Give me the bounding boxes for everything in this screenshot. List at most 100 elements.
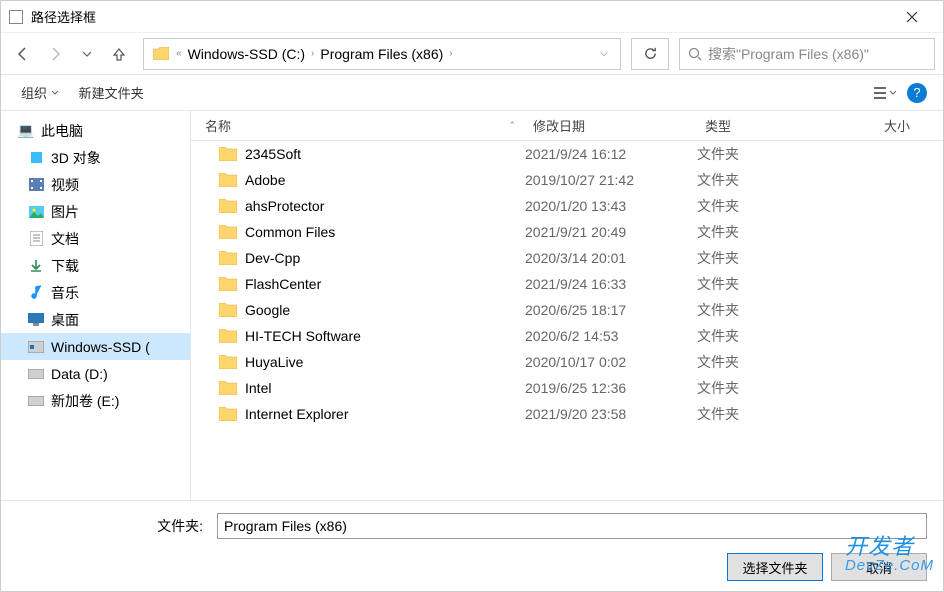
file-name: Dev-Cpp (245, 250, 300, 266)
recent-dropdown[interactable] (73, 40, 101, 68)
chevron-right-icon[interactable]: › (309, 48, 316, 59)
file-type: 文件夹 (697, 378, 849, 398)
folder-icon (219, 381, 237, 395)
breadcrumb-item[interactable]: Windows-SSD (C:) (184, 46, 309, 62)
table-row[interactable]: HI-TECH Software2020/6/2 14:53文件夹 (191, 323, 943, 349)
sidebar-item-drive-e[interactable]: 新加卷 (E:) (1, 387, 190, 414)
table-row[interactable]: Dev-Cpp 2020/3/14 20:01文件夹 (191, 245, 943, 271)
search-placeholder: 搜索"Program Files (x86)" (708, 44, 869, 64)
table-row[interactable]: Internet Explorer 2021/9/20 23:58文件夹 (191, 401, 943, 427)
file-rows[interactable]: 2345Soft2021/9/24 16:12文件夹Adobe2019/10/2… (191, 141, 943, 500)
file-type: 文件夹 (697, 170, 849, 190)
refresh-button[interactable] (631, 38, 669, 70)
help-button[interactable]: ? (903, 81, 931, 105)
file-type: 文件夹 (697, 248, 849, 268)
table-row[interactable]: Intel2019/6/25 12:36文件夹 (191, 375, 943, 401)
file-list: 名称⌃ 修改日期 类型 大小 2345Soft2021/9/24 16:12文件… (191, 111, 943, 500)
organize-button[interactable]: 组织 (13, 79, 67, 106)
up-button[interactable] (105, 40, 133, 68)
sidebar-item-downloads[interactable]: 下载 (1, 252, 190, 279)
downloads-icon (27, 258, 45, 274)
sidebar-this-pc[interactable]: 💻此电脑 (1, 117, 190, 144)
chevron-right-icon[interactable]: › (447, 48, 454, 59)
sidebar: 💻此电脑 3D 对象 视频 图片 文档 下载 音乐 桌面 Windows-SSD… (1, 111, 191, 500)
column-name[interactable]: 名称⌃ (191, 111, 525, 140)
folder-input[interactable] (217, 513, 927, 539)
table-row[interactable]: Google2020/6/25 18:17文件夹 (191, 297, 943, 323)
table-row[interactable]: FlashCenter2021/9/24 16:33文件夹 (191, 271, 943, 297)
table-row[interactable]: HuyaLive2020/10/17 0:02文件夹 (191, 349, 943, 375)
file-type: 文件夹 (697, 144, 849, 164)
sidebar-item-music[interactable]: 音乐 (1, 279, 190, 306)
file-date: 2021/9/24 16:12 (525, 146, 697, 162)
column-headers: 名称⌃ 修改日期 类型 大小 (191, 111, 943, 141)
sidebar-item-desktop[interactable]: 桌面 (1, 306, 190, 333)
back-button[interactable] (9, 40, 37, 68)
column-date[interactable]: 修改日期 (525, 111, 697, 140)
file-date: 2019/10/27 21:42 (525, 172, 697, 188)
forward-button[interactable] (41, 40, 69, 68)
folder-icon (219, 251, 237, 265)
drive-icon (27, 366, 45, 382)
folder-icon (152, 45, 170, 63)
select-folder-button[interactable]: 选择文件夹 (727, 553, 823, 581)
table-row[interactable]: ahsProtector 2020/1/20 13:43文件夹 (191, 193, 943, 219)
folder-icon (219, 199, 237, 213)
search-icon (688, 47, 702, 61)
file-type: 文件夹 (697, 274, 849, 294)
cancel-button[interactable]: 取消 (831, 553, 927, 581)
bottom-panel: 文件夹: 选择文件夹 取消 (1, 500, 943, 591)
drive-icon (27, 339, 45, 355)
desktop-icon (27, 312, 45, 328)
folder-icon (219, 225, 237, 239)
sidebar-item-documents[interactable]: 文档 (1, 225, 190, 252)
search-input[interactable]: 搜索"Program Files (x86)" (679, 38, 935, 70)
file-name: Internet Explorer (245, 406, 349, 422)
file-date: 2020/3/14 20:01 (525, 250, 697, 266)
file-name: FlashCenter (245, 276, 321, 292)
sidebar-item-drive-c[interactable]: Windows-SSD ( (1, 333, 190, 360)
file-name: Adobe (245, 172, 285, 188)
video-icon (27, 177, 45, 193)
address-bar[interactable]: « Windows-SSD (C:) › Program Files (x86)… (143, 38, 621, 70)
help-icon: ? (907, 83, 927, 103)
pictures-icon (27, 204, 45, 220)
folder-icon (219, 329, 237, 343)
column-type[interactable]: 类型 (697, 111, 849, 140)
folder-icon (219, 147, 237, 161)
sidebar-item-3d[interactable]: 3D 对象 (1, 144, 190, 171)
file-type: 文件夹 (697, 196, 849, 216)
new-folder-button[interactable]: 新建文件夹 (71, 79, 152, 106)
file-type: 文件夹 (697, 404, 849, 424)
file-name: Common Files (245, 224, 335, 240)
file-name: ahsProtector (245, 198, 324, 214)
table-row[interactable]: 2345Soft 2021/9/24 16:12文件夹 (191, 141, 943, 167)
sidebar-item-pictures[interactable]: 图片 (1, 198, 190, 225)
file-type: 文件夹 (697, 326, 849, 346)
file-date: 2021/9/20 23:58 (525, 406, 697, 422)
table-row[interactable]: Adobe 2019/10/27 21:42文件夹 (191, 167, 943, 193)
navbar: « Windows-SSD (C:) › Program Files (x86)… (1, 33, 943, 75)
view-options-button[interactable] (871, 81, 899, 105)
music-icon (27, 285, 45, 301)
chevron-right-icon[interactable]: « (174, 48, 184, 59)
file-date: 2020/6/2 14:53 (525, 328, 697, 344)
file-date: 2020/1/20 13:43 (525, 198, 697, 214)
pc-icon: 💻 (17, 123, 35, 139)
file-type: 文件夹 (697, 300, 849, 320)
sidebar-item-videos[interactable]: 视频 (1, 171, 190, 198)
file-name: Intel (245, 380, 271, 396)
3d-icon (27, 150, 45, 166)
breadcrumb-item[interactable]: Program Files (x86) (316, 46, 447, 62)
sidebar-item-drive-d[interactable]: Data (D:) (1, 360, 190, 387)
folder-label: 文件夹: (17, 516, 203, 536)
file-name: HuyaLive (245, 354, 303, 370)
chevron-up-icon: ⌃ (508, 120, 516, 131)
column-size[interactable]: 大小 (849, 111, 919, 140)
drive-icon (27, 393, 45, 409)
table-row[interactable]: Common Files2021/9/21 20:49文件夹 (191, 219, 943, 245)
file-date: 2021/9/21 20:49 (525, 224, 697, 240)
address-dropdown[interactable]: ⌵ (592, 48, 616, 59)
file-name: 2345Soft (245, 146, 301, 162)
close-button[interactable] (889, 2, 935, 32)
